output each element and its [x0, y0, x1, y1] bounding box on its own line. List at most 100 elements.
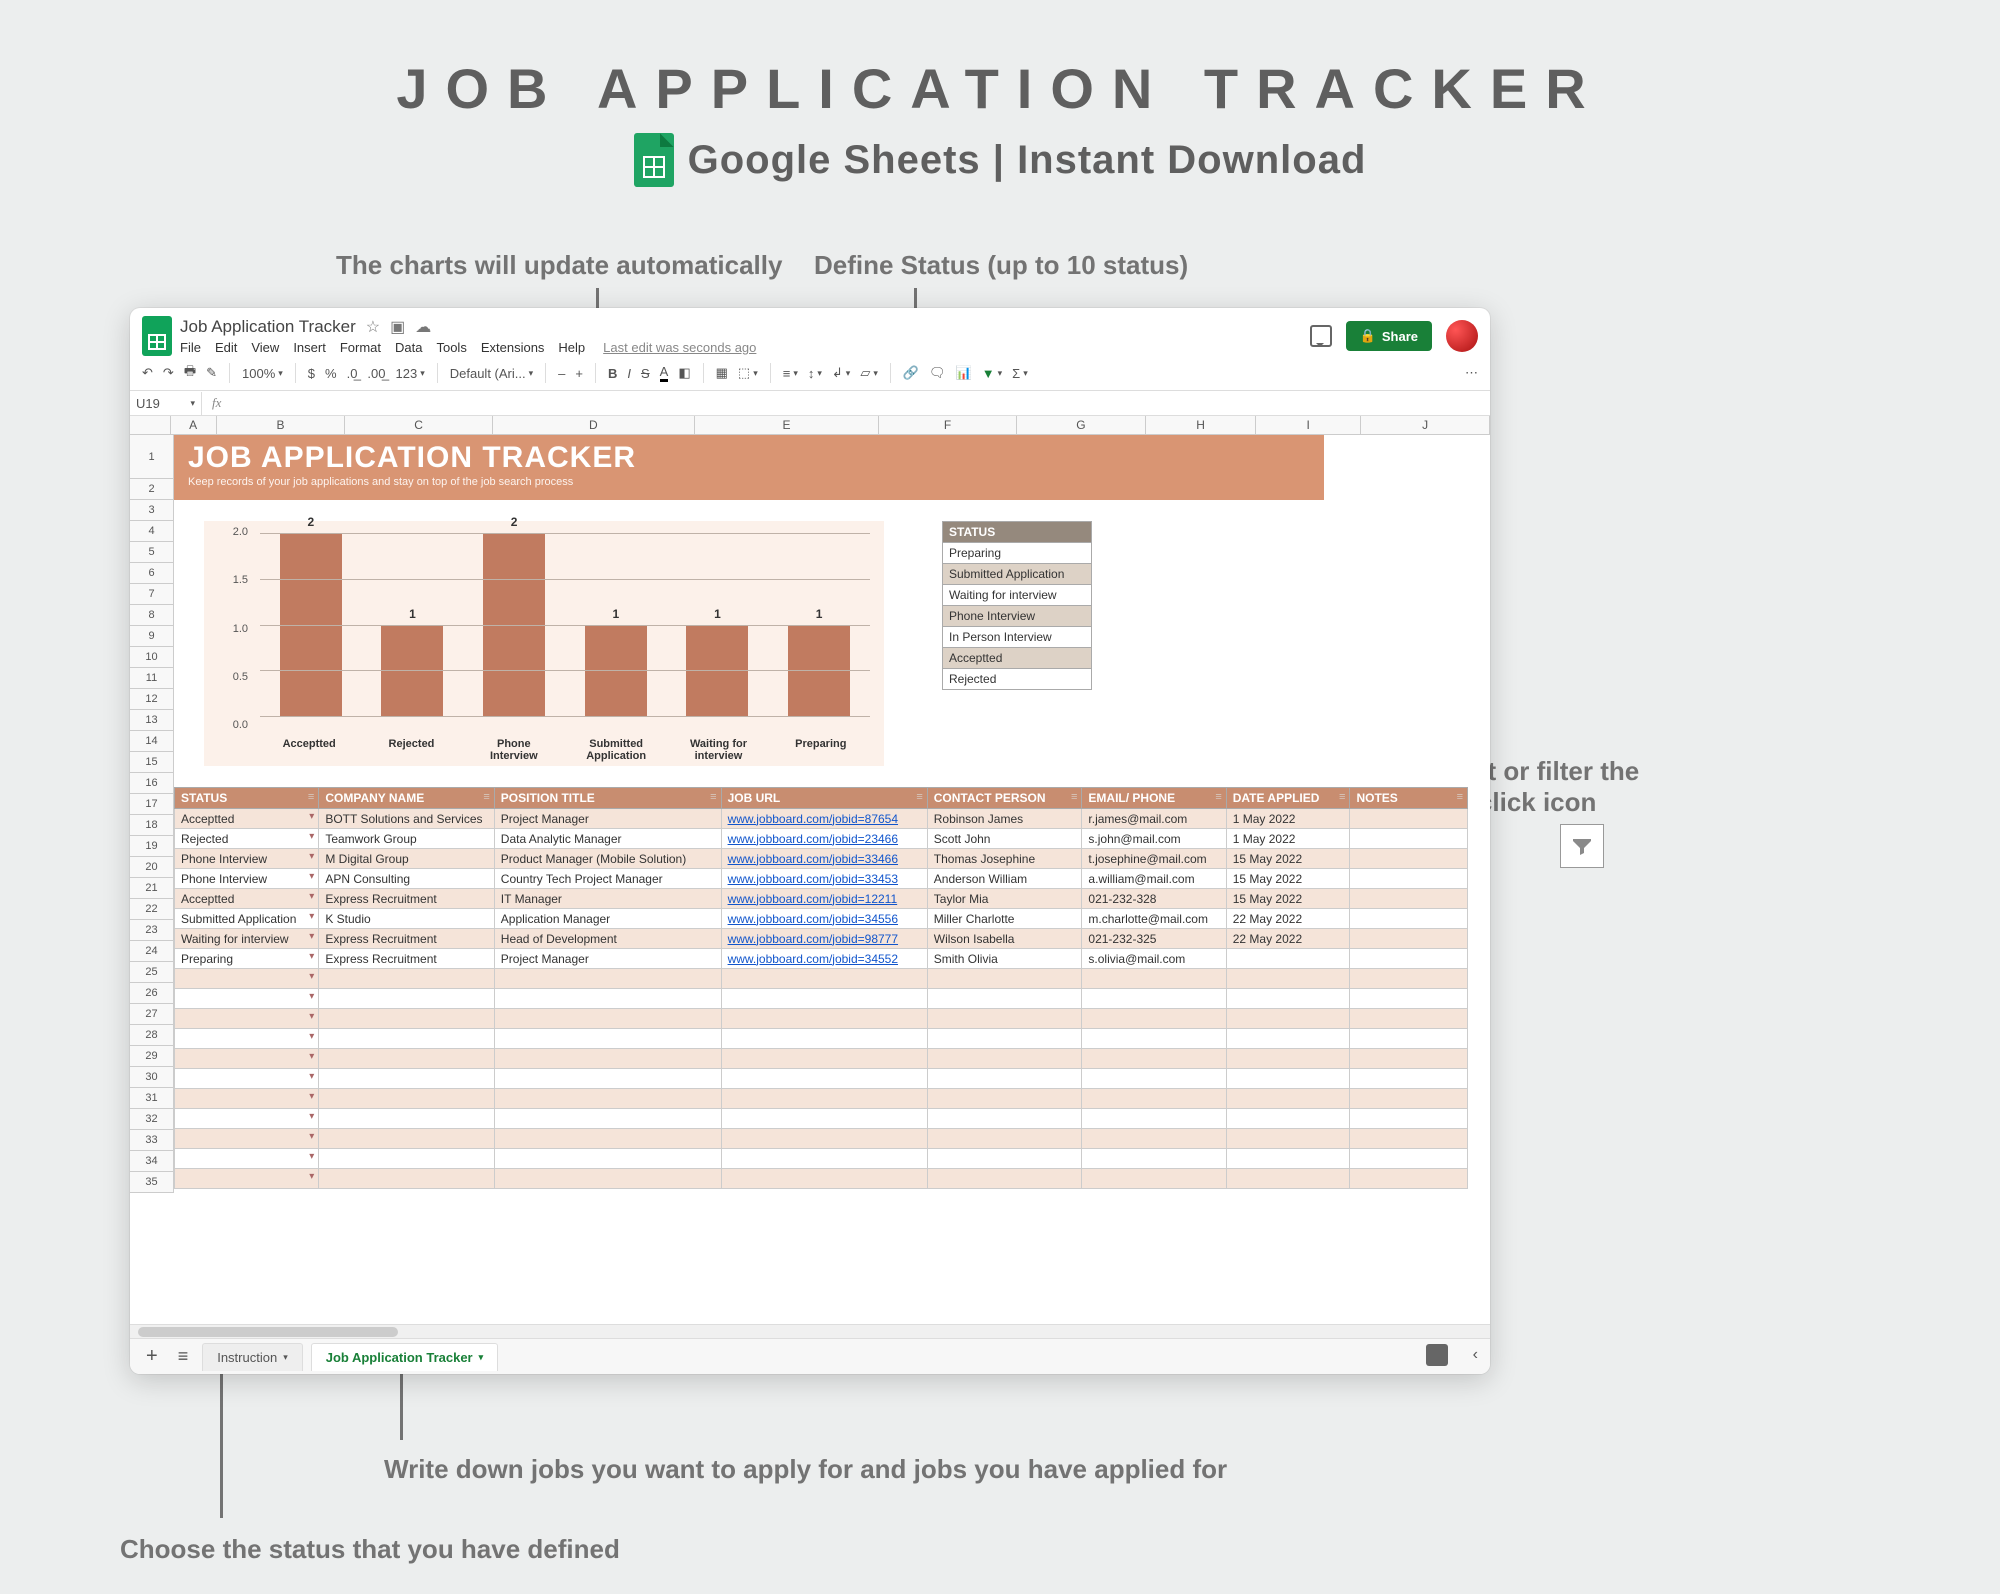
cell-date[interactable]: 1 May 2022: [1226, 809, 1350, 829]
cell-status[interactable]: Acceptted: [175, 809, 319, 829]
cell-empty[interactable]: [927, 969, 1082, 989]
move-folder-icon[interactable]: ▣: [390, 317, 405, 337]
row-header[interactable]: 26: [130, 983, 173, 1004]
cell-empty[interactable]: [1350, 1069, 1468, 1089]
bold-button[interactable]: B: [608, 366, 617, 381]
cell-empty[interactable]: [927, 989, 1082, 1009]
cell-empty[interactable]: [175, 1009, 319, 1029]
cell-company[interactable]: APN Consulting: [319, 869, 494, 889]
menu-help[interactable]: Help: [558, 340, 585, 355]
cell-empty[interactable]: [319, 1029, 494, 1049]
cell-empty[interactable]: [319, 1129, 494, 1149]
col-header[interactable]: E: [695, 416, 879, 434]
table-row[interactable]: [175, 989, 1468, 1009]
cell-empty[interactable]: [721, 969, 927, 989]
row-header[interactable]: 9: [130, 626, 173, 647]
cell-empty[interactable]: [319, 989, 494, 1009]
cell-email[interactable]: 021-232-325: [1082, 929, 1226, 949]
col-header[interactable]: H: [1146, 416, 1256, 434]
menu-data[interactable]: Data: [395, 340, 422, 355]
filter-icon[interactable]: ≡: [1339, 791, 1345, 803]
status-option[interactable]: Preparing: [942, 543, 1092, 564]
scroll-tabs-icon[interactable]: ‹: [1473, 1346, 1478, 1364]
table-header[interactable]: CONTACT PERSON≡: [927, 788, 1082, 809]
cell-empty[interactable]: [1226, 969, 1350, 989]
cell-notes[interactable]: [1350, 809, 1468, 829]
row-header[interactable]: 11: [130, 668, 173, 689]
cell-empty[interactable]: [1082, 1149, 1226, 1169]
row-header[interactable]: 25: [130, 962, 173, 983]
table-row[interactable]: [175, 1129, 1468, 1149]
filter-icon[interactable]: ≡: [308, 791, 314, 803]
table-row[interactable]: [175, 969, 1468, 989]
last-edit-text[interactable]: Last edit was seconds ago: [603, 340, 756, 355]
cell-contact[interactable]: Robinson James: [927, 809, 1082, 829]
row-header[interactable]: 2: [130, 479, 173, 500]
cell-empty[interactable]: [494, 989, 721, 1009]
cell-empty[interactable]: [1226, 989, 1350, 1009]
menu-file[interactable]: File: [180, 340, 201, 355]
status-option[interactable]: Waiting for interview: [942, 585, 1092, 606]
cell-empty[interactable]: [721, 1149, 927, 1169]
col-header[interactable]: F: [879, 416, 1017, 434]
share-button[interactable]: 🔒 Share: [1346, 321, 1432, 351]
table-header[interactable]: EMAIL/ PHONE≡: [1082, 788, 1226, 809]
format-currency-button[interactable]: $: [308, 366, 315, 381]
row-header[interactable]: 10: [130, 647, 173, 668]
cell-status[interactable]: Rejected: [175, 829, 319, 849]
cell-empty[interactable]: [1082, 1129, 1226, 1149]
cell-position[interactable]: Data Analytic Manager: [494, 829, 721, 849]
table-header[interactable]: NOTES≡: [1350, 788, 1468, 809]
cell-date[interactable]: 1 May 2022: [1226, 829, 1350, 849]
cell-empty[interactable]: [1350, 989, 1468, 1009]
zoom-select[interactable]: 100% ▾: [242, 366, 283, 381]
cell-notes[interactable]: [1350, 849, 1468, 869]
cell-date[interactable]: 15 May 2022: [1226, 889, 1350, 909]
name-box[interactable]: U19▾: [130, 392, 202, 415]
col-header[interactable]: J: [1361, 416, 1490, 434]
cell-empty[interactable]: [1226, 1089, 1350, 1109]
cell-url[interactable]: www.jobboard.com/jobid=33453: [721, 869, 927, 889]
h-align-button[interactable]: ≡▾: [783, 366, 798, 381]
fill-color-button[interactable]: ◧: [678, 365, 690, 381]
wrap-button[interactable]: ↲▾: [832, 365, 850, 381]
cell-empty[interactable]: [1350, 969, 1468, 989]
cell-empty[interactable]: [1082, 969, 1226, 989]
comments-icon[interactable]: [1310, 325, 1332, 347]
all-sheets-button[interactable]: ≡: [172, 1346, 195, 1367]
insert-comment-button[interactable]: 🗨: [929, 365, 946, 381]
col-header[interactable]: G: [1017, 416, 1146, 434]
table-row[interactable]: [175, 1009, 1468, 1029]
select-all-corner[interactable]: [130, 416, 171, 434]
row-header[interactable]: 7: [130, 584, 173, 605]
status-option[interactable]: Phone Interview: [942, 606, 1092, 627]
row-header[interactable]: 34: [130, 1151, 173, 1172]
cell-empty[interactable]: [1350, 1169, 1468, 1189]
menu-extensions[interactable]: Extensions: [481, 340, 545, 355]
row-header[interactable]: 4: [130, 521, 173, 542]
cell-position[interactable]: Country Tech Project Manager: [494, 869, 721, 889]
table-header[interactable]: STATUS≡: [175, 788, 319, 809]
cell-empty[interactable]: [721, 1069, 927, 1089]
table-row[interactable]: Phone InterviewM Digital GroupProduct Ma…: [175, 849, 1468, 869]
row-header[interactable]: 31: [130, 1088, 173, 1109]
cell-notes[interactable]: [1350, 909, 1468, 929]
cell-empty[interactable]: [175, 1029, 319, 1049]
cell-url[interactable]: www.jobboard.com/jobid=12211: [721, 889, 927, 909]
redo-button[interactable]: ↷: [163, 365, 174, 381]
text-color-button[interactable]: A: [660, 364, 669, 382]
cell-empty[interactable]: [175, 969, 319, 989]
row-header[interactable]: 5: [130, 542, 173, 563]
menu-tools[interactable]: Tools: [436, 340, 466, 355]
cell-empty[interactable]: [319, 1089, 494, 1109]
row-header[interactable]: 15: [130, 752, 173, 773]
cell-empty[interactable]: [1350, 1149, 1468, 1169]
cell-empty[interactable]: [175, 1169, 319, 1189]
cell-notes[interactable]: [1350, 889, 1468, 909]
row-header[interactable]: 23: [130, 920, 173, 941]
cell-empty[interactable]: [1350, 1029, 1468, 1049]
row-header[interactable]: 22: [130, 899, 173, 920]
status-option[interactable]: In Person Interview: [942, 627, 1092, 648]
cell-notes[interactable]: [1350, 949, 1468, 969]
cell-position[interactable]: Head of Development: [494, 929, 721, 949]
